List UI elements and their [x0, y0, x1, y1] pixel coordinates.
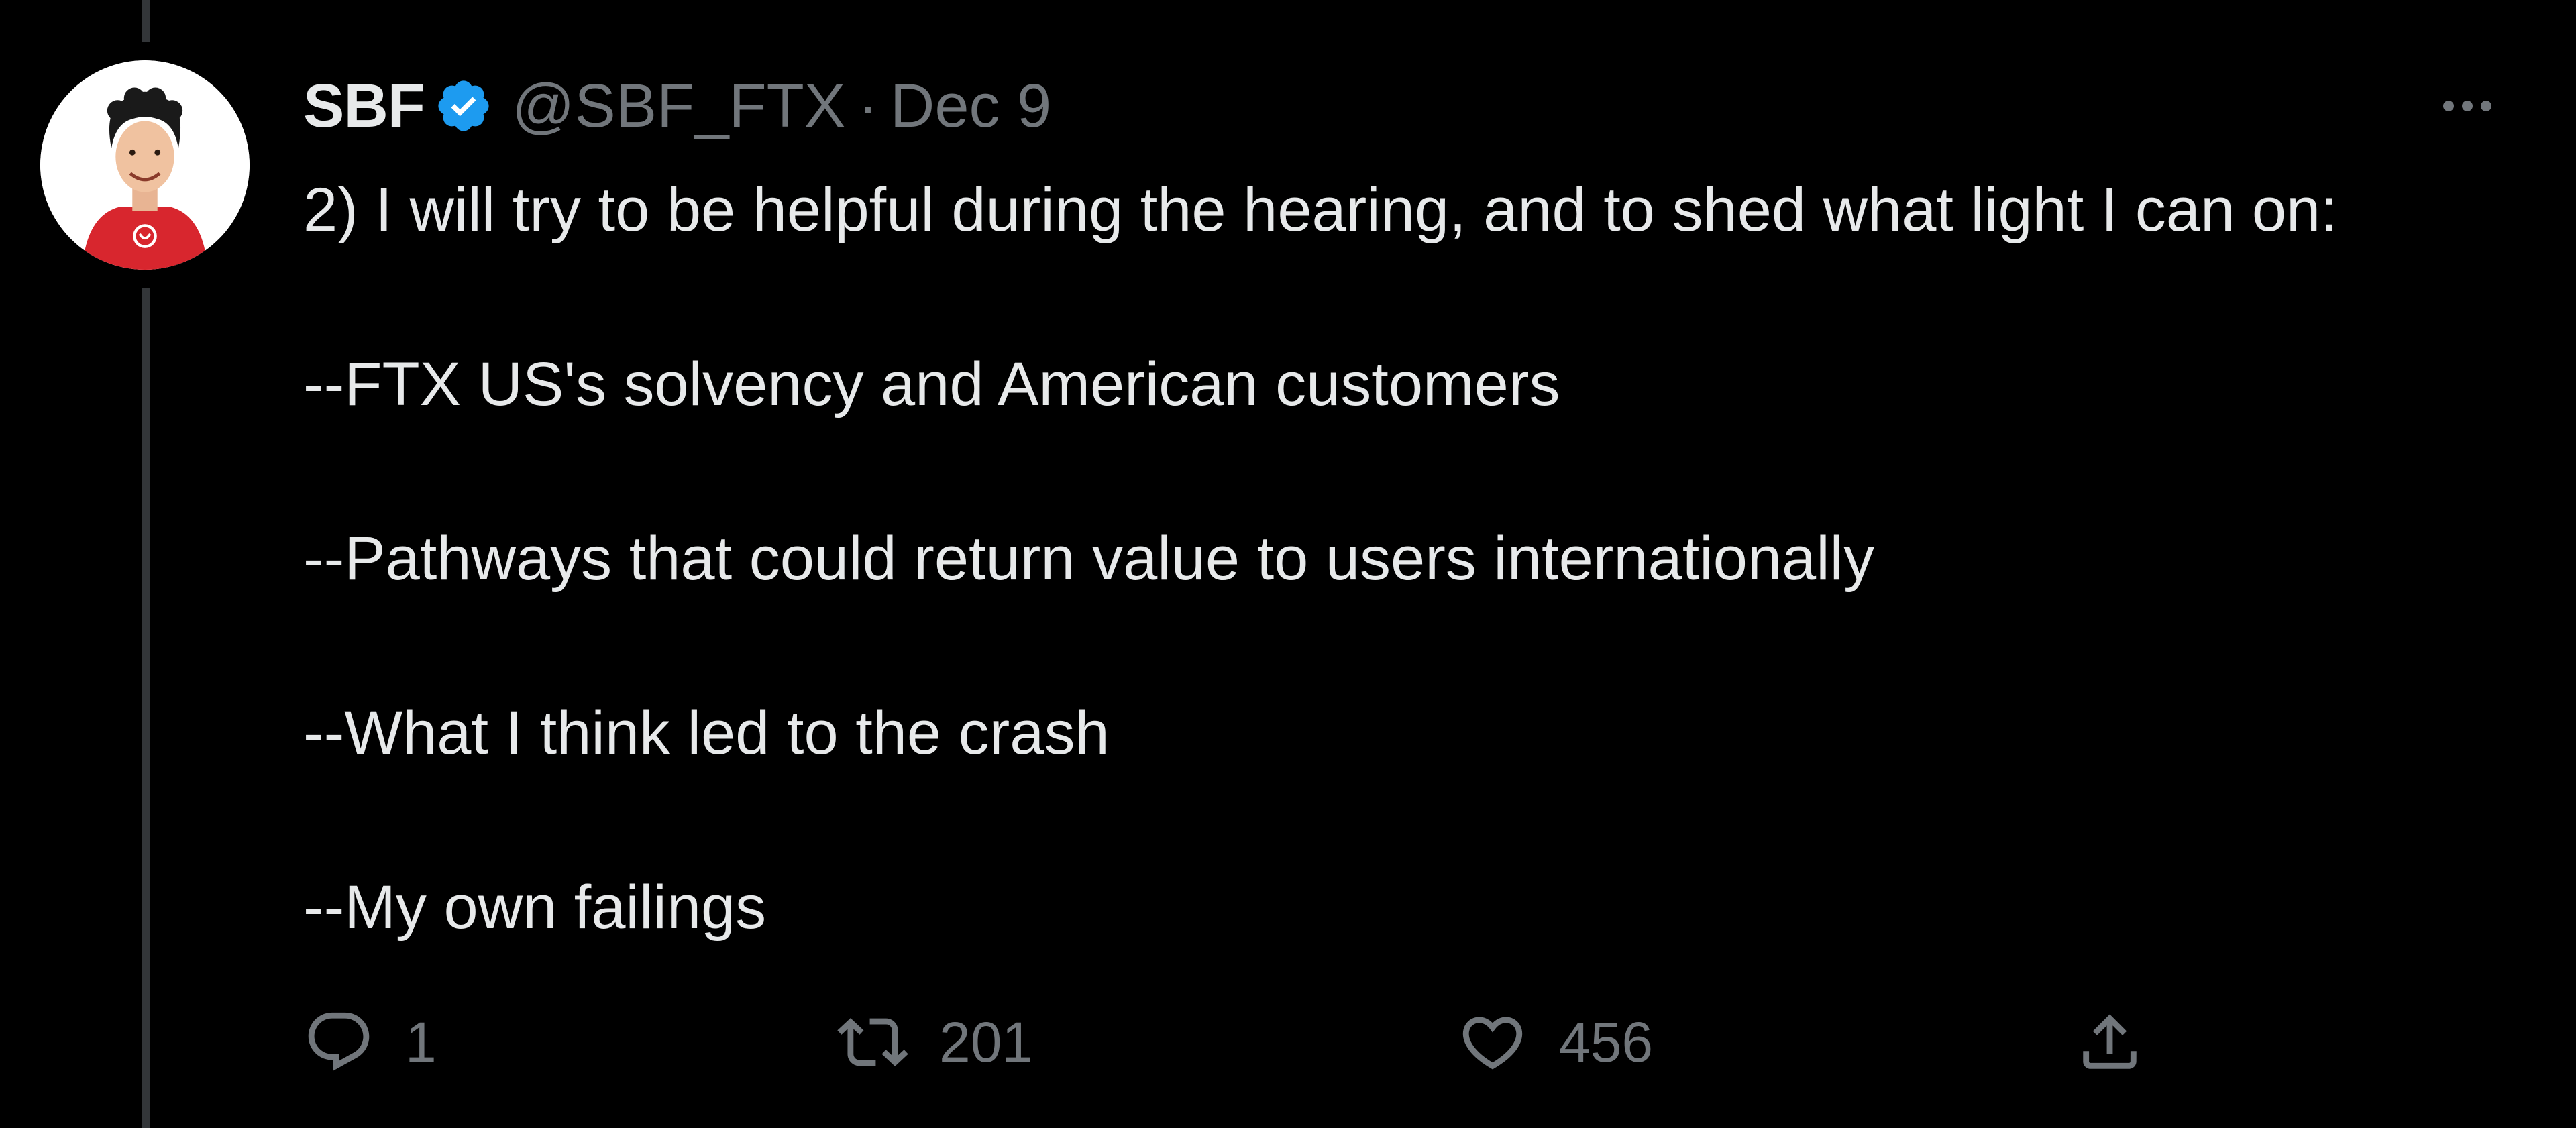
- like-button[interactable]: 456: [1457, 1002, 1653, 1082]
- verified-badge-icon: [434, 76, 493, 135]
- tweet-date[interactable]: Dec 9: [890, 71, 1051, 142]
- tweet-text-point: --What I think led to the crash: [303, 699, 1110, 767]
- tweet-text-point: --FTX US's solvency and American custome…: [303, 350, 1560, 418]
- tweet-text-point: --My own failings: [303, 873, 767, 942]
- share-icon: [2074, 1007, 2145, 1078]
- reply-icon: [303, 1007, 374, 1078]
- thread-line: [142, 288, 150, 1128]
- retweet-icon: [837, 1007, 908, 1078]
- tweet-text: 2) I will try to be helpful during the h…: [303, 166, 2517, 951]
- tweet-header: SBF @SBF_FTX · Dec 9: [303, 66, 1051, 146]
- share-button[interactable]: [2074, 1002, 2145, 1082]
- thread-line-top: [142, 0, 150, 42]
- tweet-text-point: --Pathways that could return value to us…: [303, 524, 1875, 593]
- tweet-actions: 1 201 456: [303, 1002, 2249, 1082]
- reply-count: 1: [405, 1010, 437, 1074]
- more-icon[interactable]: [2427, 86, 2508, 126]
- reply-button[interactable]: 1: [303, 1002, 437, 1082]
- author-name[interactable]: SBF: [303, 71, 425, 142]
- author-handle[interactable]: @SBF_FTX: [512, 71, 845, 142]
- like-count: 456: [1559, 1010, 1654, 1074]
- avatar-illustration: [40, 60, 250, 270]
- avatar[interactable]: [40, 60, 250, 270]
- tweet-text-intro: 2) I will try to be helpful during the h…: [303, 176, 2338, 244]
- heart-icon: [1457, 1007, 1528, 1078]
- retweet-button[interactable]: 201: [837, 1002, 1033, 1082]
- retweet-count: 201: [939, 1010, 1034, 1074]
- header-separator: ·: [857, 71, 878, 140]
